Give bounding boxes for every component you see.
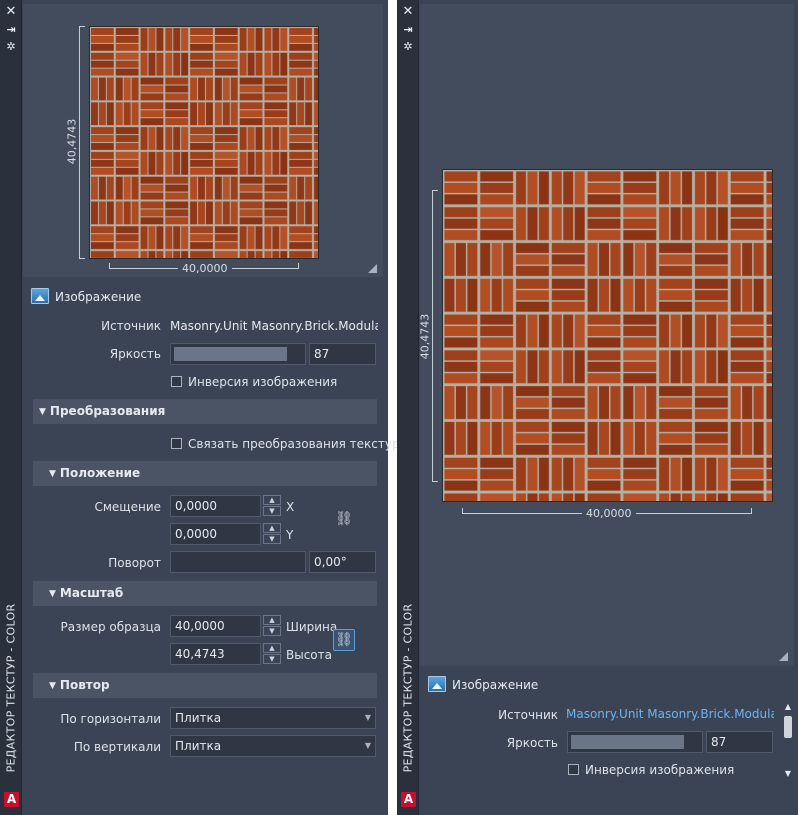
height-dimension-label: 40,4743 [418,313,432,360]
palette-title: РЕДАКТОР ТЕКСТУР - COLOR [401,603,415,773]
close-icon[interactable]: ✕ [4,5,18,18]
invert-image-checkbox[interactable] [568,764,579,775]
dropdown-arrow-icon: ▼ [364,741,371,750]
source-value[interactable]: Masonry.Unit Masonry.Brick.Modular.B [170,319,378,333]
brightness-slider-fill [174,347,287,361]
scroll-down-icon[interactable]: ▼ [783,769,793,778]
offset-y-input[interactable]: 0,0000 [170,523,261,545]
spin-down-icon[interactable]: ▼ [263,654,281,664]
offset-x-spinner[interactable]: ▲ ▼ [263,495,281,517]
source-label: Источник [101,319,161,333]
sample-size-label: Размер образца [60,620,161,634]
brightness-slider[interactable] [567,731,703,753]
autocad-logo-icon: A [401,792,416,807]
section-expanded-icon: ▼ [49,469,56,479]
dropdown-arrow-icon: ▼ [364,713,371,722]
brightness-label: Яркость [506,736,558,750]
repeat-section-header[interactable]: ▼ Повтор [33,673,377,698]
horizontal-repeat-label: По горизонтали [60,712,161,726]
texture-preview-area: 40,4743 40,0000 [23,4,383,277]
scrollbar-thumb[interactable] [784,716,792,738]
link-transforms-checkbox[interactable] [171,438,182,449]
height-dimension-label: 40,4743 [65,118,79,165]
position-section-header[interactable]: ▼ Положение [33,461,377,486]
preview-resize-grip[interactable] [779,652,788,661]
brightness-input[interactable]: 87 [706,731,773,753]
brick-texture-preview [442,169,773,502]
palette-titlebar[interactable]: ✕ ⇥ ✲ РЕДАКТОР ТЕКСТУР - COLOR A [397,0,419,815]
section-expanded-icon: ▼ [49,681,56,691]
vertical-repeat-select[interactable]: Плитка ▼ [170,735,376,757]
spin-up-icon[interactable]: ▲ [263,615,281,625]
image-section-label: Изображение [55,290,142,304]
spin-down-icon[interactable]: ▼ [263,506,281,516]
scroll-up-icon[interactable]: ▲ [783,702,793,711]
source-value-link[interactable]: Masonry.Unit Masonry.Brick.Modular.Ba [566,707,774,721]
spin-down-icon[interactable]: ▼ [263,534,281,544]
spin-up-icon[interactable]: ▲ [263,495,281,505]
width-dimension-label: 40,0000 [178,262,232,275]
sample-height-spinner[interactable]: ▲ ▼ [263,643,281,665]
brightness-slider[interactable] [170,343,306,365]
offset-y-axis-label: Y [286,528,294,542]
image-icon [31,288,49,304]
rotation-slider[interactable] [170,551,306,573]
properties-gear-icon[interactable]: ✲ [4,41,18,53]
invert-image-label: Инверсия изображения [585,763,735,777]
scale-link-icon[interactable]: ⛓ [333,629,355,651]
texture-editor-palette-preview: ✕ ⇥ ✲ РЕДАКТОР ТЕКСТУР - COLOR A 40,4743… [397,0,798,815]
offset-label: Смещение [94,500,161,514]
rotation-input[interactable]: 0,00° [309,551,376,573]
height-dimension-line [79,26,85,259]
sample-height-input[interactable]: 40,4743 [170,643,261,665]
transforms-section-header[interactable]: ▼ Преобразования [33,399,377,424]
source-label: Источник [498,708,558,722]
palette-titlebar[interactable]: ✕ ⇥ ✲ РЕДАКТОР ТЕКСТУР - COLOR A [0,0,22,815]
offset-x-axis-label: X [286,500,295,514]
texture-editor-palette-expanded: ✕ ⇥ ✲ РЕДАКТОР ТЕКСТУР - COLOR A 40,4743… [0,0,400,815]
scale-section-header[interactable]: ▼ Масштаб [33,581,377,606]
auto-hide-icon[interactable]: ⇥ [401,24,415,36]
sample-height-label: Высота [286,648,332,662]
palette-title: РЕДАКТОР ТЕКСТУР - COLOR [4,603,18,773]
sample-width-spinner[interactable]: ▲ ▼ [263,615,281,637]
brightness-input[interactable]: 87 [309,343,376,365]
properties-scrollbar[interactable]: ▲ ▼ [783,700,793,782]
link-transforms-label: Связать преобразования текстур [188,437,400,451]
close-icon[interactable]: ✕ [401,5,415,18]
height-dimension-line [432,190,438,482]
offset-x-input[interactable]: 0,0000 [170,495,261,517]
sample-width-input[interactable]: 40,0000 [170,615,261,637]
brick-texture-preview [89,26,319,259]
brightness-slider-fill [571,735,684,749]
offset-y-spinner[interactable]: ▲ ▼ [263,523,281,545]
auto-hide-icon[interactable]: ⇥ [4,24,18,36]
preview-resize-grip[interactable] [368,264,377,273]
brightness-label: Яркость [109,347,161,361]
spin-down-icon[interactable]: ▼ [263,626,281,636]
section-expanded-icon: ▼ [49,589,56,599]
invert-image-checkbox[interactable] [171,376,182,387]
image-section-label: Изображение [452,678,539,692]
vertical-repeat-label: По вертикали [73,740,161,754]
spin-up-icon[interactable]: ▲ [263,643,281,653]
width-dimension-label: 40,0000 [582,507,636,520]
properties-gear-icon[interactable]: ✲ [401,41,415,53]
invert-image-label: Инверсия изображения [188,375,338,389]
section-expanded-icon: ▼ [39,407,46,417]
image-icon [428,676,446,692]
horizontal-repeat-select[interactable]: Плитка ▼ [170,707,376,729]
rotation-label: Поворот [108,556,161,570]
autocad-logo-icon: A [4,792,19,807]
sample-width-label: Ширина [286,620,338,634]
texture-preview-area: 40,4743 40,0000 [418,4,794,666]
spin-up-icon[interactable]: ▲ [263,523,281,533]
offset-link-icon[interactable]: ⛓ [333,509,355,531]
